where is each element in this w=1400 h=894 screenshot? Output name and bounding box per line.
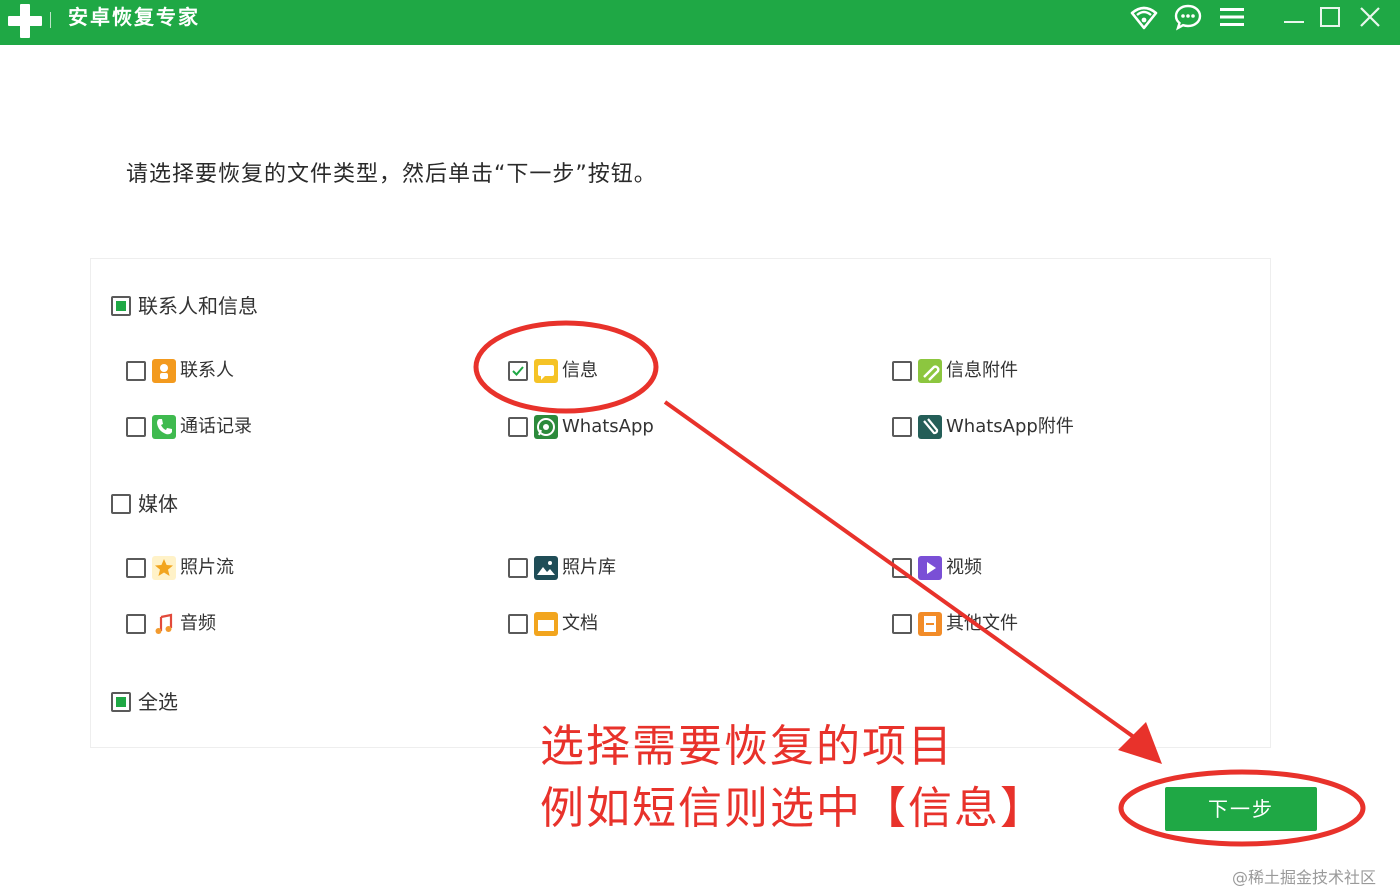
annotation-arrow-line bbox=[663, 400, 1140, 742]
next-button[interactable]: 下一步 bbox=[1165, 787, 1317, 831]
highlight-ellipse-messages bbox=[473, 320, 659, 414]
annotation-text-line2: 例如短信则选中【信息】 bbox=[540, 783, 1046, 834]
watermark: @稀土掘金技术社区 bbox=[1232, 868, 1377, 887]
annotation-text-line1: 选择需要恢复的项目 bbox=[540, 721, 954, 772]
